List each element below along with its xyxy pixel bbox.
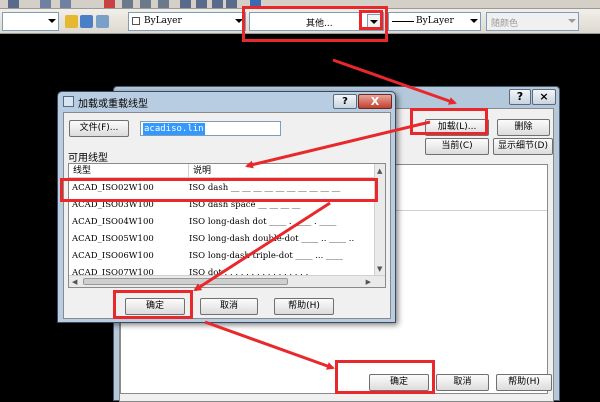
- arrow-to-ok-button: [193, 201, 331, 292]
- annotation-arrows: [193, 58, 457, 370]
- arrow-to-final-ok-button: [204, 320, 335, 370]
- arrow-to-linetype-row: [245, 120, 431, 169]
- arrow-to-load-button: [332, 58, 457, 105]
